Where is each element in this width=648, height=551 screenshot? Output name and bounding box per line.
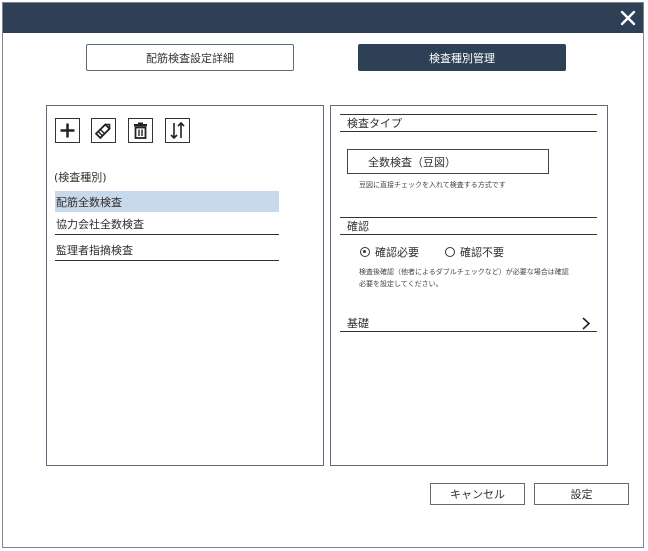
delete-button[interactable] — [128, 118, 153, 143]
plus-icon — [60, 123, 75, 138]
ok-label: 設定 — [570, 488, 593, 501]
cancel-label: キャンセル — [450, 488, 505, 501]
inspection-type-list-panel: (検査種別) 配筋全数検査 協力会社全数検査 監理者指摘検査 — [46, 105, 324, 466]
tab-manage-label: 検査種別管理 — [429, 51, 495, 65]
pencil-icon — [94, 123, 111, 140]
radio-unselected-icon — [445, 247, 455, 257]
add-button[interactable] — [55, 118, 80, 143]
ok-button[interactable]: 設定 — [534, 483, 629, 505]
radio-label: 確認不要 — [460, 246, 504, 259]
list-item-label: 監理者指摘検査 — [56, 244, 133, 257]
cancel-button[interactable]: キャンセル — [430, 483, 525, 505]
edit-button[interactable] — [91, 118, 116, 143]
section-title: 基礎 — [347, 316, 369, 330]
inspection-type-note: 豆図に直接チェックを入れて検査する方式です — [359, 181, 506, 189]
title-bar — [3, 3, 643, 33]
close-icon[interactable] — [617, 7, 639, 29]
list-item-rebar-full-inspection[interactable]: 配筋全数検査 — [55, 191, 279, 212]
list-header: (検査種別) — [54, 171, 107, 184]
radio-label: 確認必要 — [375, 246, 419, 259]
dialog: 配筋検査設定詳細 検査種別管理 (検査種別) 配筋全数検査 協力会社全数検査 監… — [2, 2, 644, 548]
tab-detail-label: 配筋検査設定詳細 — [146, 51, 234, 65]
section-title: 検査タイプ — [347, 117, 402, 130]
inspection-type-value: 全数検査（豆図） — [368, 155, 456, 169]
section-title: 確認 — [347, 220, 369, 233]
chevron-right-icon — [582, 317, 591, 330]
list-item-label: 協力会社全数検査 — [56, 218, 144, 231]
tab-inspection-settings-detail[interactable]: 配筋検査設定詳細 — [86, 44, 294, 71]
inspection-type-section-header: 検査タイプ — [340, 114, 597, 132]
radio-selected-icon — [360, 247, 370, 257]
inspection-type-detail-panel: 検査タイプ 全数検査（豆図） 豆図に直接チェックを入れて検査する方式です 確認 … — [330, 105, 608, 466]
confirmation-note-line1: 検査後確認（他者によるダブルチェックなど）が必要な場合は確認 — [359, 268, 569, 276]
sort-icon — [170, 121, 185, 140]
radio-confirm-not-required[interactable]: 確認不要 — [445, 244, 504, 260]
trash-icon — [134, 122, 147, 139]
basic-section-header[interactable]: 基礎 — [340, 314, 597, 332]
radio-confirm-required[interactable]: 確認必要 — [360, 244, 419, 260]
confirmation-note-line2: 必要を設定してください。 — [359, 280, 443, 288]
confirmation-section-header: 確認 — [340, 217, 597, 235]
list-item-label: 配筋全数検査 — [56, 195, 122, 209]
tab-inspection-type-management[interactable]: 検査種別管理 — [358, 44, 566, 71]
list-item-supervisor-inspection[interactable]: 監理者指摘検査 — [55, 240, 279, 261]
inspection-type-field[interactable]: 全数検査（豆図） — [347, 149, 549, 174]
sort-button[interactable] — [165, 118, 190, 143]
list-item-partner-full-inspection[interactable]: 協力会社全数検査 — [55, 214, 279, 235]
